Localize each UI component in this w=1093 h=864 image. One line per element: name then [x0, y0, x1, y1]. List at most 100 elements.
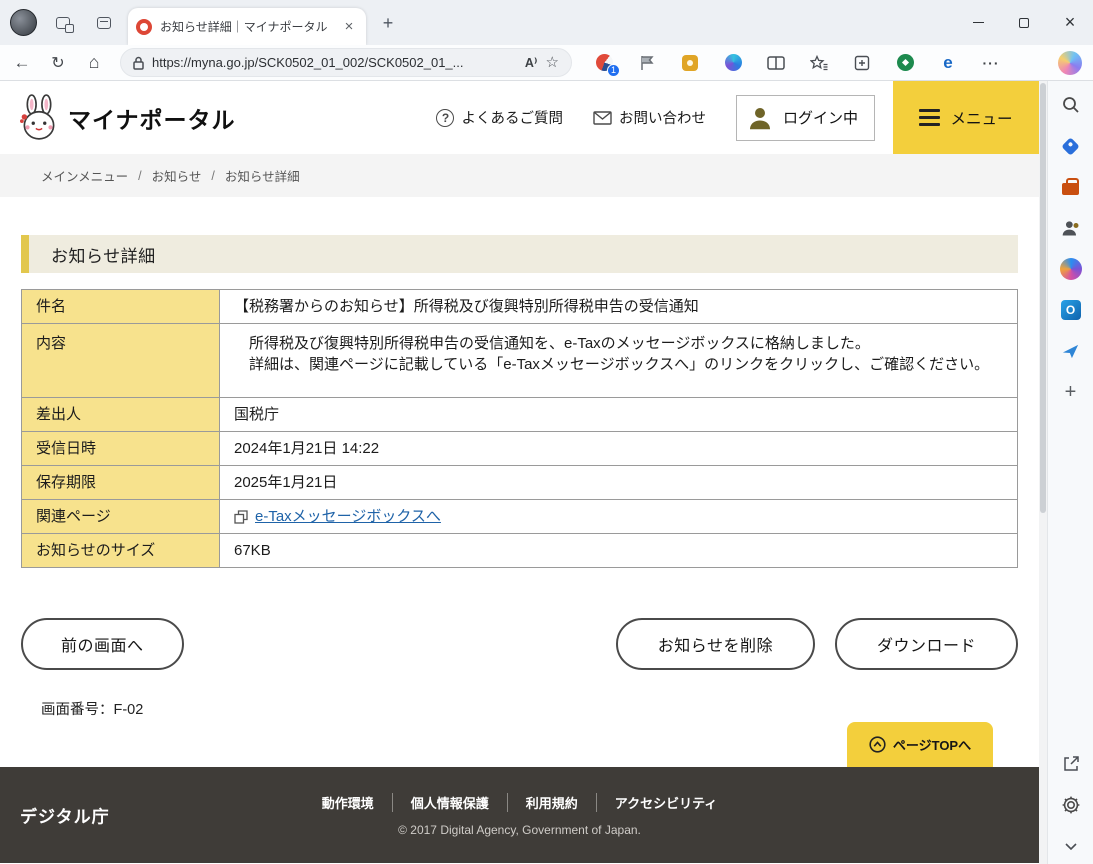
- footer-link-accessibility[interactable]: アクセシビリティ: [595, 793, 736, 812]
- row-label: お知らせのサイズ: [21, 533, 220, 568]
- faq-label: よくあるご質問: [461, 111, 563, 127]
- faq-link[interactable]: よくあるご質問: [436, 107, 563, 128]
- read-aloud-icon[interactable]: [525, 54, 538, 72]
- footer-link-terms[interactable]: 利用規約: [506, 793, 596, 812]
- home-icon[interactable]: [80, 49, 108, 77]
- back-button[interactable]: 前の画面へ: [21, 618, 184, 670]
- contact-link[interactable]: お問い合わせ: [593, 107, 706, 128]
- settings-gear-icon[interactable]: [1059, 793, 1083, 817]
- footer-link-environment[interactable]: 動作環境: [304, 793, 392, 812]
- breadcrumb-separator: /: [211, 168, 215, 183]
- row-label: 件名: [21, 289, 220, 324]
- open-in-browser-icon[interactable]: [1059, 752, 1083, 776]
- table-row-content: 内容 所得税及び復興特別所得税申告の受信通知を、e-Taxのメッセージボックスに…: [21, 323, 1018, 398]
- menu-button[interactable]: メニュー: [893, 81, 1039, 154]
- external-link-icon: [234, 509, 248, 524]
- page-top-label: ページTOPへ: [892, 738, 972, 753]
- site-favicon-icon: [136, 18, 152, 35]
- tab-title: お知らせ詳細｜マイナポータル: [160, 20, 328, 34]
- collections-icon[interactable]: [852, 53, 872, 73]
- split-screen-icon[interactable]: [766, 53, 786, 73]
- brand-title: マイナポータル: [68, 106, 236, 133]
- footer-link-privacy[interactable]: 個人情報保護: [391, 793, 507, 812]
- page-title-band: お知らせ詳細: [21, 235, 1018, 273]
- table-row-size: お知らせのサイズ 67KB: [21, 533, 1018, 568]
- close-icon[interactable]: [1047, 0, 1093, 45]
- table-row-retention: 保存期限 2025年1月21日: [21, 465, 1018, 500]
- digital-agency-logo: デジタル庁: [20, 807, 110, 827]
- back-icon[interactable]: [8, 49, 36, 77]
- extension-badge: 1: [607, 63, 620, 77]
- table-row-received: 受信日時 2024年1月21日 14:22: [21, 431, 1018, 466]
- table-row-related-page: 関連ページ e-Taxメッセージボックスへ: [21, 499, 1018, 534]
- row-label: 受信日時: [21, 431, 220, 466]
- login-status-label: ログイン中: [782, 110, 858, 127]
- browser-tab[interactable]: お知らせ詳細｜マイナポータル: [128, 8, 366, 45]
- refresh-icon[interactable]: [44, 49, 72, 77]
- shopping-tag-icon[interactable]: [1059, 134, 1083, 158]
- profile-avatar-icon[interactable]: [10, 9, 37, 36]
- tab-actions-icon[interactable]: [94, 14, 114, 32]
- site-logo[interactable]: マイナポータル: [18, 93, 236, 142]
- row-value: 2025年1月21日: [219, 465, 1018, 500]
- table-row-sender: 差出人 国税庁: [21, 397, 1018, 432]
- more-options-icon[interactable]: [981, 53, 1001, 73]
- header-actions: よくあるご質問 お問い合わせ ログイン中 メニュー: [436, 81, 1039, 154]
- maximize-icon[interactable]: [1001, 0, 1047, 45]
- copilot-icon[interactable]: [1058, 50, 1082, 75]
- arrow-up-circle-icon: [869, 736, 886, 753]
- favorites-icon[interactable]: [809, 53, 829, 73]
- row-value: 67KB: [219, 533, 1018, 568]
- mascot-icon: [20, 93, 55, 140]
- hamburger-icon: [919, 109, 941, 126]
- new-tab-icon[interactable]: [376, 12, 400, 34]
- address-bar[interactable]: https://myna.go.jp/SCK0502_01_002/SCK050…: [120, 48, 572, 77]
- breadcrumb-main-menu[interactable]: メインメニュー: [41, 166, 128, 185]
- breadcrumb: メインメニュー / お知らせ / お知らせ詳細: [0, 154, 1039, 197]
- ribbon-icon[interactable]: [723, 53, 743, 73]
- scrollbar-thumb[interactable]: [1040, 83, 1046, 513]
- main-content: お知らせ詳細 件名 【税務署からのお知らせ】所得税及び復興特別所得税申告の受信通…: [0, 197, 1039, 767]
- tools-icon[interactable]: [1059, 175, 1083, 199]
- breadcrumb-notices[interactable]: お知らせ: [152, 166, 202, 185]
- table-row-subject: 件名 【税務署からのお知らせ】所得税及び復興特別所得税申告の受信通知: [21, 289, 1018, 324]
- search-icon[interactable]: [1059, 93, 1083, 117]
- extensions-area: 1: [594, 53, 1001, 77]
- etax-messagebox-link[interactable]: e-Taxメッセージボックスへ: [255, 506, 441, 527]
- user-icon: [749, 107, 770, 129]
- flag-icon[interactable]: [637, 53, 657, 73]
- content-line-1: 所得税及び復興特別所得税申告の受信通知を、e-Taxのメッセージボックスに格納し…: [234, 335, 870, 352]
- breadcrumb-current: お知らせ詳細: [224, 170, 300, 184]
- row-value: 【税務署からのお知らせ】所得税及び復興特別所得税申告の受信通知: [219, 289, 1018, 324]
- browser-toolbar: https://myna.go.jp/SCK0502_01_002/SCK050…: [0, 45, 1093, 81]
- row-label: 内容: [21, 323, 220, 398]
- browser-essentials-icon[interactable]: [895, 53, 915, 73]
- login-status: ログイン中: [735, 94, 875, 141]
- download-button[interactable]: ダウンロード: [834, 618, 1018, 670]
- page-scrollbar[interactable]: [1039, 81, 1047, 864]
- browser-window: お知らせ詳細｜マイナポータル https://myna.go.jp/SCK050…: [0, 0, 1093, 864]
- minimize-icon[interactable]: [955, 0, 1001, 45]
- notification-extension-icon[interactable]: 1: [594, 53, 620, 77]
- key-icon[interactable]: [680, 53, 700, 73]
- tab-close-icon[interactable]: [340, 18, 358, 36]
- edge-e-icon[interactable]: [938, 53, 958, 73]
- delete-notice-button[interactable]: お知らせを削除: [615, 618, 815, 670]
- question-icon: [436, 108, 455, 127]
- page-title: お知らせ詳細: [51, 246, 156, 266]
- breadcrumb-separator: /: [138, 168, 142, 183]
- action-buttons: 前の画面へ お知らせを削除 ダウンロード: [21, 618, 1018, 670]
- designer-icon[interactable]: [1059, 339, 1083, 363]
- workspaces-icon[interactable]: [53, 14, 74, 33]
- row-value: 国税庁: [219, 397, 1018, 432]
- row-label: 差出人: [21, 397, 220, 432]
- chevron-down-icon[interactable]: [1059, 834, 1083, 858]
- web-page: マイナポータル よくあるご質問 お問い合わせ ログイン中: [0, 81, 1039, 864]
- mail-icon: [593, 110, 612, 125]
- page-top-button[interactable]: ページTOPへ: [847, 722, 993, 767]
- microsoft365-copilot-icon[interactable]: [1059, 257, 1083, 281]
- outlook-icon[interactable]: [1059, 298, 1083, 322]
- add-sidebar-item-icon[interactable]: [1059, 380, 1083, 404]
- profiles-icon[interactable]: [1059, 216, 1083, 240]
- favorite-star-icon[interactable]: [546, 53, 559, 72]
